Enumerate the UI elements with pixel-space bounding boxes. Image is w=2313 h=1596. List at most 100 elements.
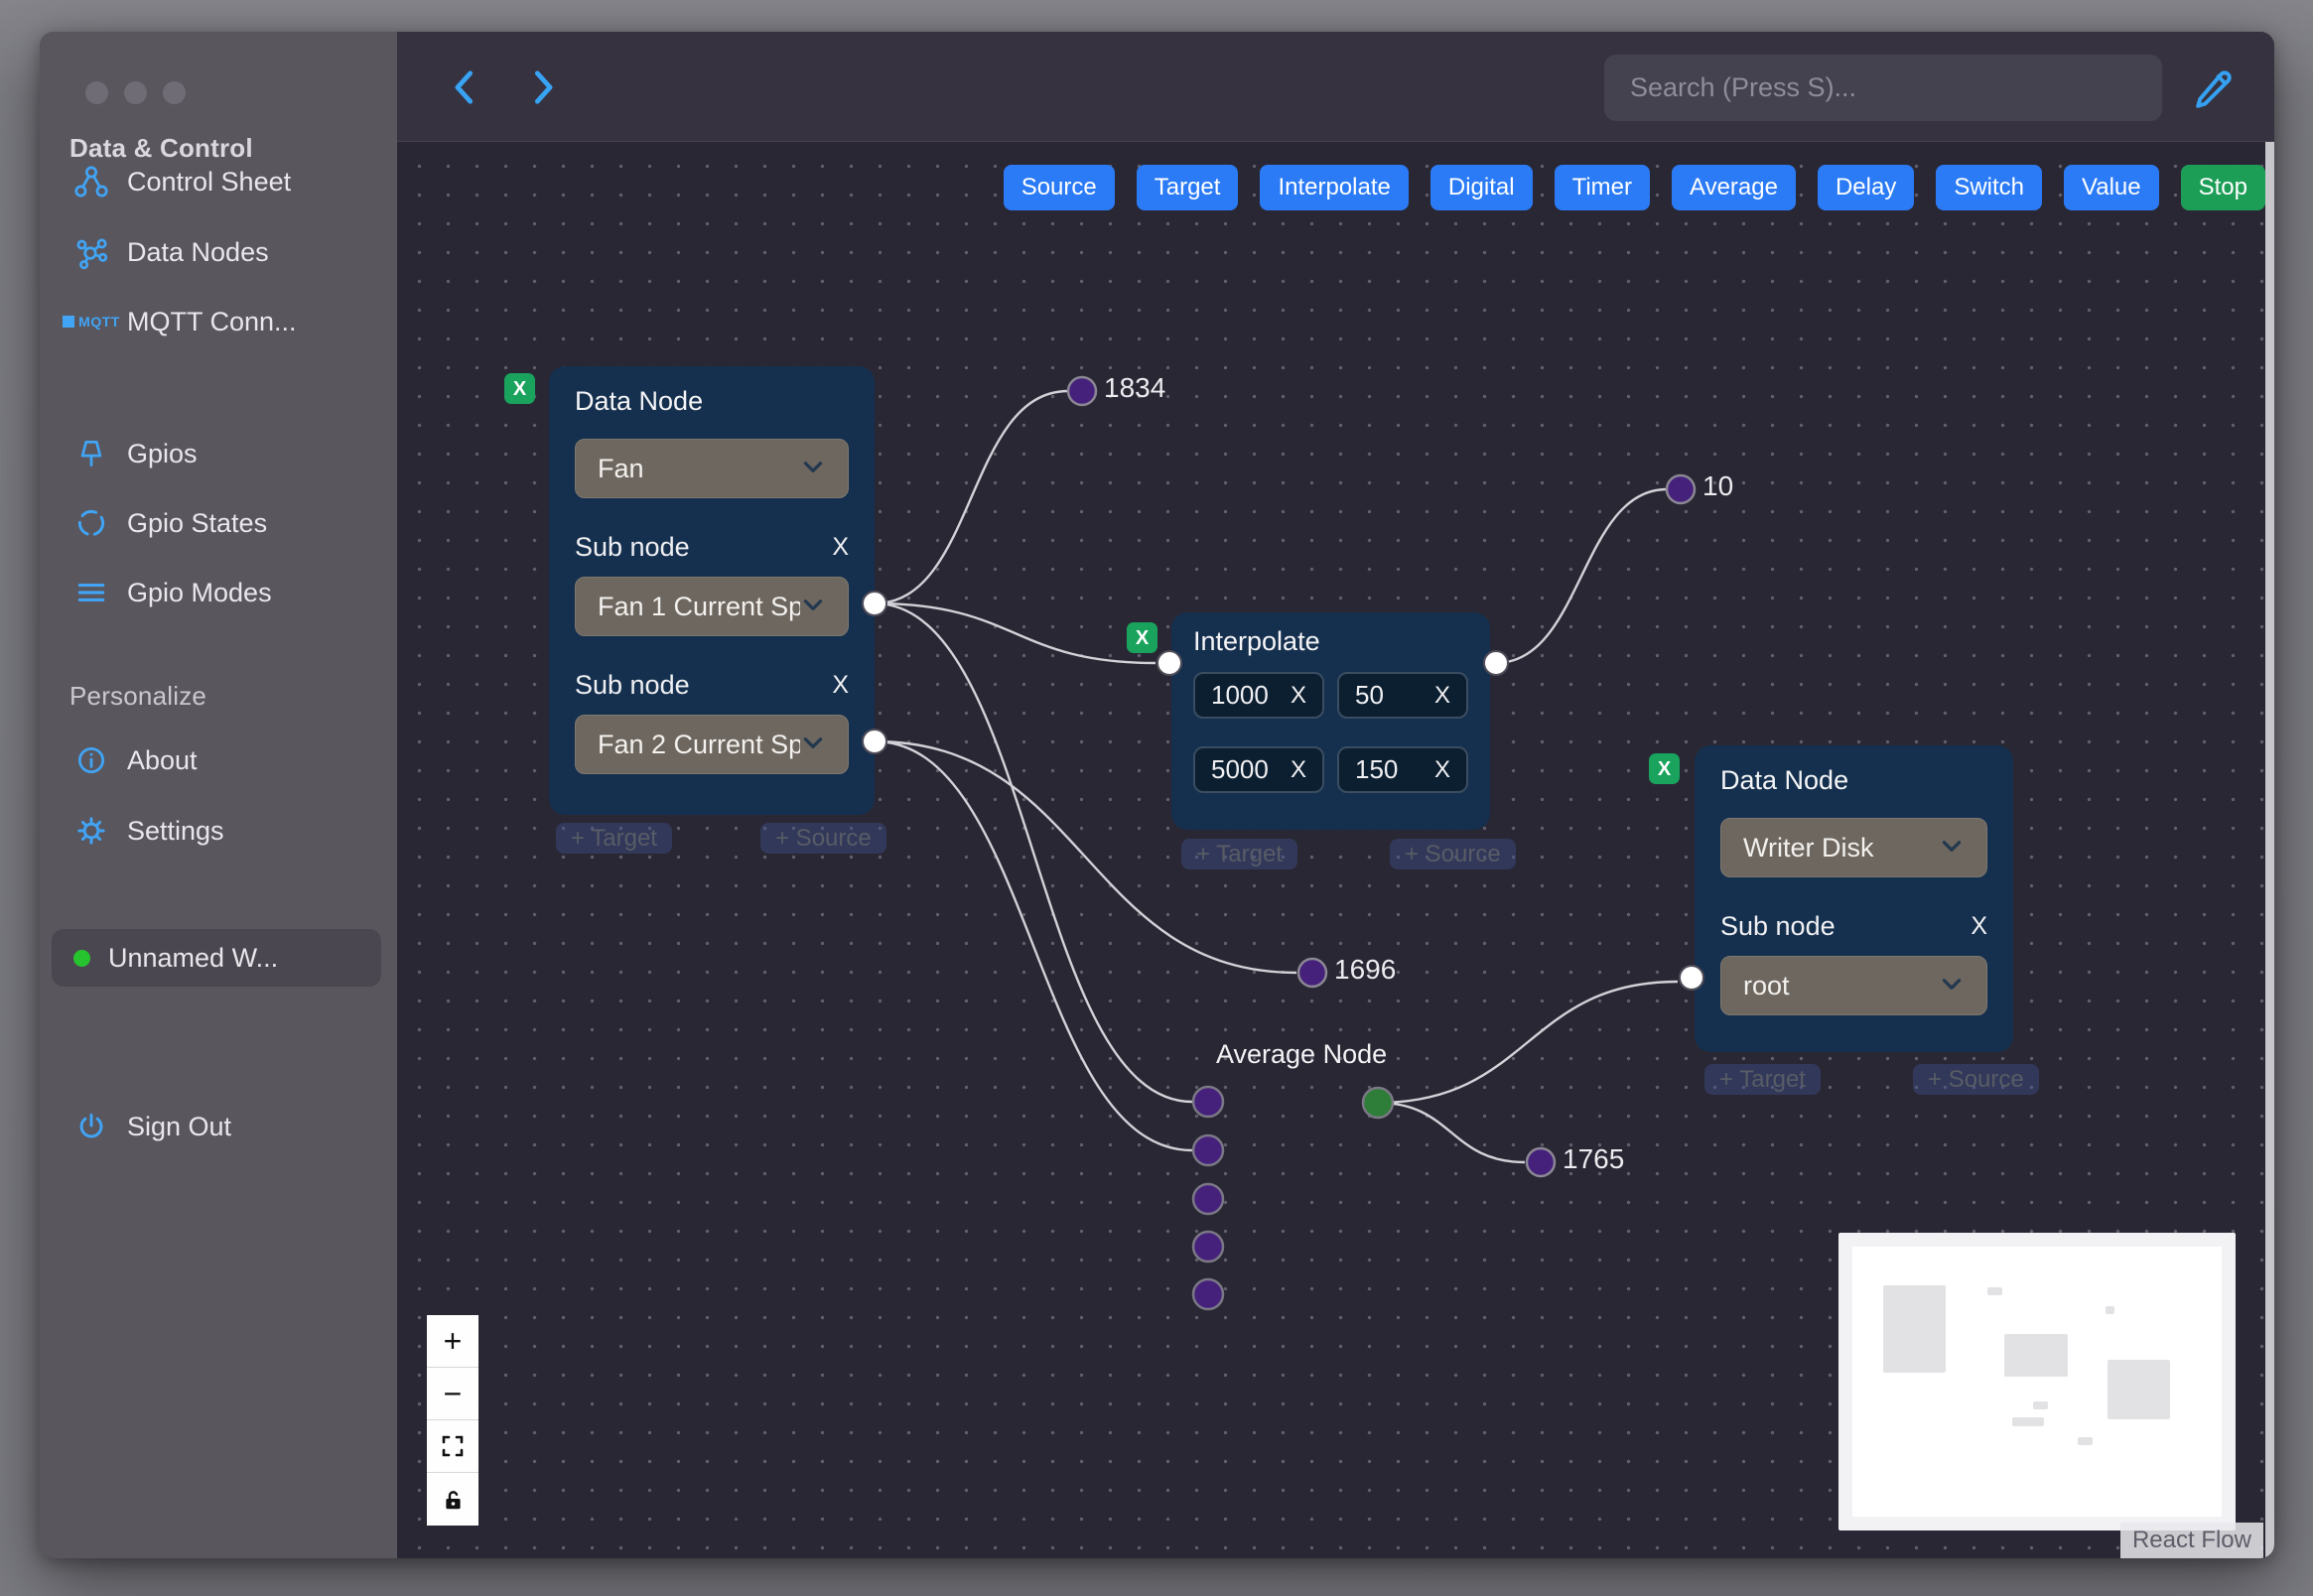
fan-type-dropdown[interactable]: Fan xyxy=(575,439,849,498)
zoom-out-button[interactable]: − xyxy=(427,1368,478,1420)
fan2-source-handle[interactable] xyxy=(862,729,887,754)
fan-data-node-wrapper: X Data Node Fan Sub node X Fan 1 Current… xyxy=(504,366,887,854)
sidebar-item-data-nodes[interactable]: Data Nodes xyxy=(71,230,269,274)
interpolate-target-handle[interactable] xyxy=(1156,650,1182,676)
control-sheet-icon xyxy=(71,162,111,201)
chevron-down-icon xyxy=(800,454,826,484)
search-input[interactable] xyxy=(1604,55,2162,121)
average-node-title: Average Node xyxy=(1216,1039,1388,1069)
sidebar-item-control-sheet[interactable]: Control Sheet xyxy=(71,160,291,203)
average-input-handle-2[interactable] xyxy=(1191,1133,1225,1167)
add-digital-node-button[interactable]: Digital xyxy=(1429,165,1533,210)
sidebar: Data & Control Control Sheet Data Nodes xyxy=(40,32,397,1558)
zoom-in-button[interactable]: + xyxy=(427,1315,478,1368)
window-minimize-button[interactable] xyxy=(124,81,147,104)
sidebar-item-label: Gpios xyxy=(127,438,198,468)
sidebar-item-gpio-states[interactable]: Gpio States xyxy=(71,501,267,545)
remove-sub-node-button[interactable]: X xyxy=(832,533,849,562)
average-input-handle-3[interactable] xyxy=(1191,1182,1225,1216)
data-nodes-icon xyxy=(71,232,111,272)
clear-value-button[interactable]: X xyxy=(1291,756,1306,784)
sidebar-item-mqtt-connection[interactable]: MQTT MQTT Conn... xyxy=(63,300,297,343)
clear-value-button[interactable]: X xyxy=(1291,682,1306,710)
mqtt-icon-text: MQTT xyxy=(78,314,120,330)
edge-fan1-to-interpolate xyxy=(874,601,1156,665)
back-button[interactable] xyxy=(442,66,487,111)
sidebar-item-about[interactable]: About xyxy=(71,738,198,782)
stop-button[interactable]: Stop xyxy=(2180,165,2265,210)
add-delay-node-button[interactable]: Delay xyxy=(1817,165,1915,210)
edit-pencil-icon[interactable] xyxy=(2187,62,2239,113)
minimap-node xyxy=(2078,1437,2093,1445)
average-input-handle-4[interactable] xyxy=(1191,1230,1225,1264)
minimap-node xyxy=(1883,1285,1946,1373)
vertical-scrollbar[interactable] xyxy=(2265,142,2274,1558)
window-close-button[interactable] xyxy=(85,81,108,104)
fan-data-node[interactable]: Data Node Fan Sub node X Fan 1 Current S… xyxy=(549,366,875,815)
sub-node-label: Sub node xyxy=(575,670,690,700)
window-zoom-button[interactable] xyxy=(163,81,186,104)
add-switch-node-button[interactable]: Switch xyxy=(1936,165,2043,210)
edge-fan1-to-average xyxy=(874,601,1193,1104)
forward-button[interactable] xyxy=(520,66,566,111)
sidebar-item-gpio-modes[interactable]: Gpio Modes xyxy=(71,571,272,614)
value-endpoint-10[interactable] xyxy=(1665,473,1697,505)
add-average-node-button[interactable]: Average xyxy=(1672,165,1796,210)
edge-value-label: 1834 xyxy=(1104,372,1166,403)
average-input-handle-5[interactable] xyxy=(1191,1277,1225,1311)
sidebar-item-workflow-unnamed[interactable]: Unnamed W... xyxy=(52,929,381,987)
interpolate-source-handle[interactable] xyxy=(1483,650,1509,676)
interpolate-node[interactable]: Interpolate 1000 X 50 X 5000 X 150 X xyxy=(1171,612,1490,830)
delete-node-button[interactable]: X xyxy=(1127,622,1157,653)
value-endpoint-1696[interactable] xyxy=(1296,957,1328,989)
delete-node-button[interactable]: X xyxy=(504,373,535,404)
add-target-handle-button[interactable]: + Target xyxy=(556,823,672,854)
fan1-sub-node-dropdown[interactable]: Fan 1 Current Spe xyxy=(575,577,849,636)
writer-data-node[interactable]: Data Node Writer Disk Sub node X root xyxy=(1695,745,2013,1052)
canvas-controls: + − xyxy=(427,1315,478,1526)
minimap-node xyxy=(2033,1401,2048,1409)
add-target-node-button[interactable]: Target xyxy=(1136,165,1239,210)
minimap[interactable] xyxy=(1838,1233,2236,1530)
input-value[interactable]: 150 xyxy=(1355,754,1398,785)
add-source-handle-button[interactable]: + Source xyxy=(1913,1064,2039,1095)
minimap-node xyxy=(1987,1287,2002,1295)
fan1-source-handle[interactable] xyxy=(862,591,887,616)
edge-average-to-1765 xyxy=(1377,1101,1526,1164)
remove-sub-node-button[interactable]: X xyxy=(1971,912,1987,941)
flow-canvas[interactable]: Source Target Interpolate Digital Timer … xyxy=(397,142,2274,1558)
react-flow-attribution[interactable]: React Flow xyxy=(2119,1523,2263,1558)
sidebar-item-label: Gpio Modes xyxy=(127,577,272,607)
add-timer-node-button[interactable]: Timer xyxy=(1554,165,1650,210)
sidebar-item-sign-out[interactable]: Sign Out xyxy=(71,1105,231,1148)
add-target-handle-button[interactable]: + Target xyxy=(1181,839,1297,869)
gear-icon xyxy=(71,811,111,851)
clear-value-button[interactable]: X xyxy=(1434,756,1450,784)
chevron-down-icon xyxy=(1939,971,1965,1001)
value-endpoint-1765[interactable] xyxy=(1525,1146,1557,1178)
add-source-handle-button[interactable]: + Source xyxy=(760,823,886,854)
add-target-handle-button[interactable]: + Target xyxy=(1704,1064,1821,1095)
remove-sub-node-button[interactable]: X xyxy=(832,671,849,700)
value-endpoint-1834[interactable] xyxy=(1066,375,1098,407)
fan2-sub-node-dropdown[interactable]: Fan 2 Current Spe xyxy=(575,715,849,774)
average-output-handle[interactable] xyxy=(1361,1086,1395,1120)
input-value[interactable]: 5000 xyxy=(1211,754,1269,785)
writer-sub-node-dropdown[interactable]: root xyxy=(1720,956,1987,1015)
add-source-handle-button[interactable]: + Source xyxy=(1390,839,1516,869)
clear-value-button[interactable]: X xyxy=(1434,682,1450,710)
fit-view-button[interactable] xyxy=(427,1420,478,1473)
writer-type-dropdown[interactable]: Writer Disk xyxy=(1720,818,1987,877)
add-interpolate-node-button[interactable]: Interpolate xyxy=(1260,165,1409,210)
input-value[interactable]: 1000 xyxy=(1211,680,1269,711)
delete-node-button[interactable]: X xyxy=(1649,753,1680,784)
edge-average-to-writer xyxy=(1377,980,1679,1105)
sidebar-item-settings[interactable]: Settings xyxy=(71,809,224,853)
writer-target-handle[interactable] xyxy=(1679,965,1704,991)
sidebar-item-gpios[interactable]: Gpios xyxy=(71,432,198,475)
add-source-node-button[interactable]: Source xyxy=(1003,165,1115,210)
lock-button[interactable] xyxy=(427,1473,478,1526)
input-value[interactable]: 50 xyxy=(1355,680,1384,711)
average-input-handle-1[interactable] xyxy=(1191,1085,1225,1119)
add-value-node-button[interactable]: Value xyxy=(2064,165,2159,210)
